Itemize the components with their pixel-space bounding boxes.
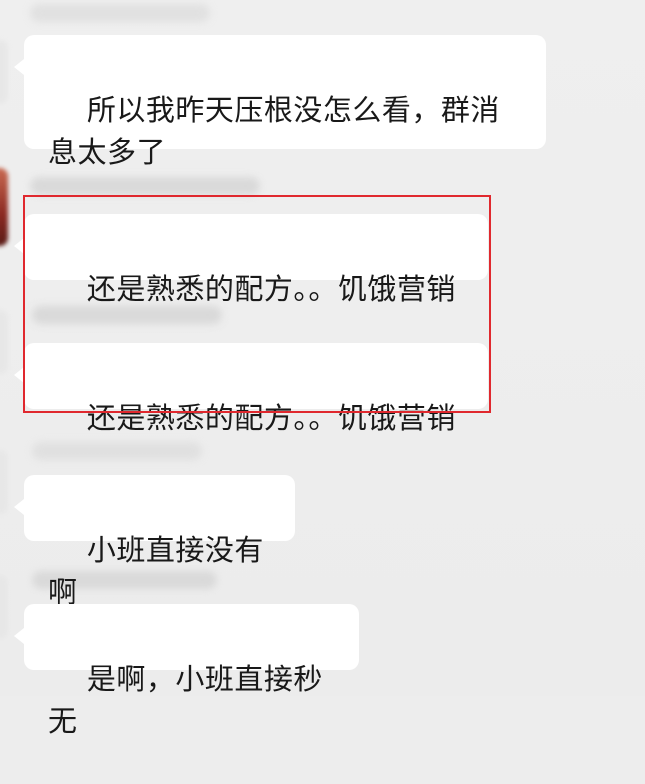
avatar[interactable] xyxy=(0,40,8,104)
message-bubble[interactable]: 还是熟悉的配方。。饥饿营销 xyxy=(14,343,488,435)
message-text: 是啊，小班直接秒无 xyxy=(48,662,323,738)
message-text: 还是熟悉的配方。。饥饿营销 xyxy=(86,272,456,306)
message-bubble[interactable]: 是啊，小班直接秒无 xyxy=(14,604,359,738)
avatar[interactable] xyxy=(0,168,8,246)
message-text: 所以我昨天压根没怎么看，群消息太多了 xyxy=(48,93,500,169)
avatar[interactable] xyxy=(0,310,8,374)
message-bubble[interactable]: 所以我昨天压根没怎么看，群消息太多了 xyxy=(14,35,546,169)
message-bubble[interactable]: 还是熟悉的配方。。饥饿营销 xyxy=(14,214,488,306)
sender-name-blurred xyxy=(30,4,210,22)
avatar[interactable] xyxy=(0,575,8,639)
message-bubble[interactable]: 小班直接没有啊 xyxy=(14,475,295,609)
message-text: 还是熟悉的配方。。饥饿营销 xyxy=(86,401,456,435)
chat-message-list[interactable]: 所以我昨天压根没怎么看，群消息太多了 还是熟悉的配方。。饥饿营销 还是熟悉的配方… xyxy=(0,0,645,738)
avatar[interactable] xyxy=(0,450,8,514)
